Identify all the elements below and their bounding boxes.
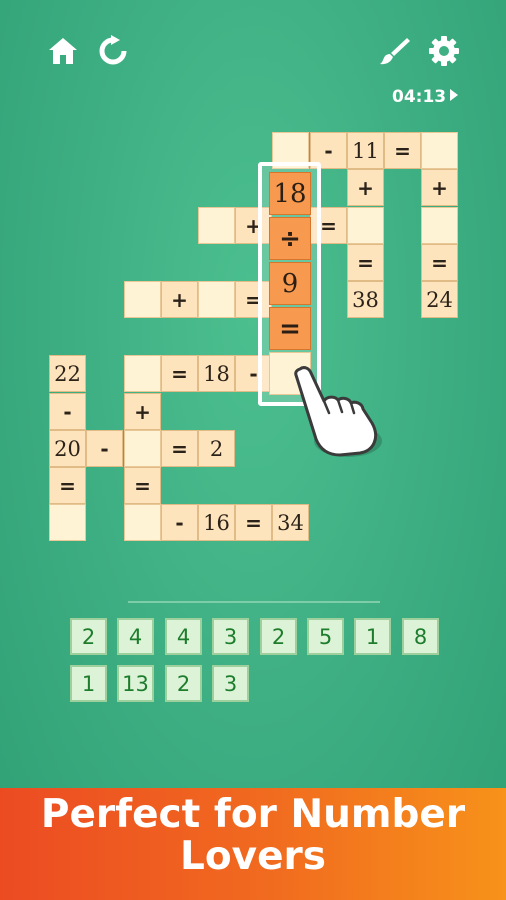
play-icon[interactable] — [450, 89, 459, 101]
operator-cell: = — [49, 467, 86, 504]
operator-cell: + — [161, 281, 198, 318]
piece-number-cell: 9 — [269, 262, 311, 305]
home-button[interactable] — [46, 34, 80, 68]
operator-cell: - — [161, 504, 198, 541]
operator-cell: - — [86, 430, 123, 467]
theme-button[interactable] — [377, 34, 411, 68]
number-tile[interactable]: 3 — [212, 618, 249, 655]
piece-number-cell: 18 — [269, 172, 311, 215]
empty-cell[interactable] — [347, 207, 384, 244]
number-cell: 11 — [347, 132, 384, 169]
operator-cell: = — [235, 504, 272, 541]
piece-operator-cell: ÷ — [269, 217, 311, 260]
empty-cell[interactable] — [124, 430, 161, 467]
number-tile[interactable]: 1 — [354, 618, 391, 655]
timer-text: 04:13 — [392, 87, 447, 107]
empty-cell[interactable] — [124, 504, 161, 541]
number-cell: 38 — [347, 281, 384, 318]
pointing-hand-icon — [294, 366, 382, 457]
number-cell: 34 — [272, 504, 309, 541]
operator-cell: = — [347, 244, 384, 281]
number-cell: 16 — [198, 504, 235, 541]
number-cell: 24 — [421, 281, 458, 318]
number-tile[interactable]: 13 — [117, 665, 154, 702]
operator-cell: = — [421, 244, 458, 281]
number-tile[interactable]: 1 — [70, 665, 107, 702]
number-tile[interactable]: 2 — [260, 618, 297, 655]
number-cell: 22 — [49, 355, 86, 392]
empty-cell[interactable] — [49, 504, 86, 541]
empty-cell[interactable] — [124, 281, 161, 318]
number-tile[interactable]: 3 — [212, 665, 249, 702]
empty-cell[interactable] — [421, 207, 458, 244]
number-cell: 18 — [198, 355, 235, 392]
number-tile[interactable]: 2 — [165, 665, 202, 702]
number-tile[interactable]: 5 — [307, 618, 344, 655]
empty-cell[interactable] — [124, 355, 161, 392]
game-screen: 04:13 -11 = + + + = = = + = 38 24 22 = 18- - +20- = 2 = = -16… — [0, 0, 506, 900]
number-tile[interactable]: 4 — [165, 618, 202, 655]
number-cell: 20 — [49, 430, 86, 467]
restart-button[interactable] — [96, 34, 130, 68]
empty-cell[interactable] — [198, 281, 235, 318]
timer: 04:13 — [392, 86, 462, 108]
number-tile[interactable]: 4 — [117, 618, 154, 655]
number-tile[interactable]: 8 — [402, 618, 439, 655]
operator-cell: - — [49, 393, 86, 430]
number-cell: 2 — [198, 430, 235, 467]
settings-button[interactable] — [427, 34, 461, 68]
number-tile[interactable]: 2 — [70, 618, 107, 655]
operator-cell: = — [161, 430, 198, 467]
operator-cell: + — [421, 169, 458, 206]
banner-text: Perfect for Number Lovers — [40, 792, 466, 879]
paintbrush-icon — [380, 38, 410, 65]
operator-cell: + — [347, 169, 384, 206]
empty-cell[interactable] — [421, 132, 458, 169]
gear-icon — [429, 36, 459, 66]
restart-icon — [99, 35, 127, 65]
tray-divider — [128, 601, 380, 603]
empty-cell[interactable] — [198, 207, 235, 244]
operator-cell: = — [161, 355, 198, 392]
operator-cell: = — [384, 132, 421, 169]
operator-cell: = — [124, 467, 161, 504]
promo-banner: Perfect for Number Lovers — [0, 788, 506, 900]
home-icon — [49, 38, 77, 64]
piece-operator-cell: = — [269, 307, 311, 350]
operator-cell: + — [124, 393, 161, 430]
